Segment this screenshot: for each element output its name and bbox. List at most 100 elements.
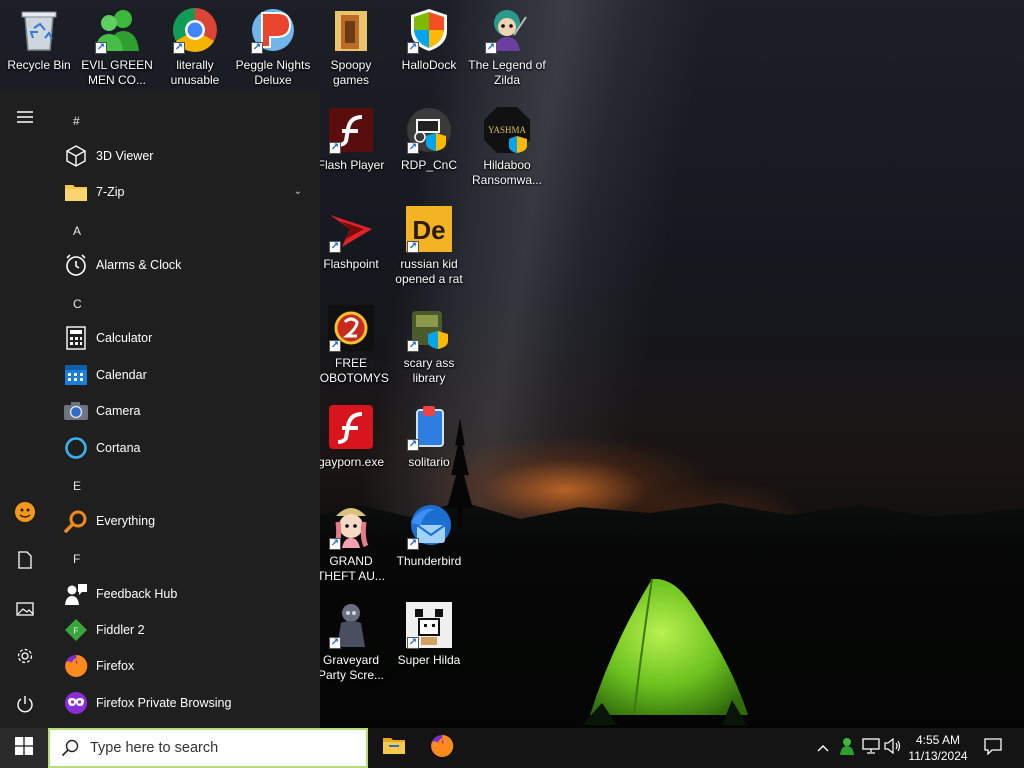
group-header-a[interactable]: A (73, 224, 81, 238)
desktop-icon-free-lobotomys[interactable]: ↗ FREE LOBOTOMYS (312, 298, 390, 390)
desktop-icon-label: Super Hilda (397, 653, 461, 667)
chevron-down-icon[interactable]: ⌄ (294, 186, 302, 197)
desktop-icon-label: Thunderbird (396, 554, 462, 568)
desktop-icon-label: HalloDock (401, 58, 457, 72)
taskbar-file-explorer[interactable] (370, 728, 418, 768)
tray-green-person[interactable] (836, 728, 858, 768)
desktop-icon-label: FREE LOBOTOMYS (313, 356, 389, 385)
app-list: # 3D Viewer 7-Zip ⌄ A Alarms & Clock C C… (50, 90, 320, 728)
desktop-icon-scary-ass-library[interactable]: ↗ scary ass library (390, 298, 468, 390)
desktop-icon-flashpoint[interactable]: ↗ Flashpoint (312, 199, 390, 291)
folder-icon (63, 179, 89, 205)
app-calculator[interactable]: Calculator (60, 320, 310, 356)
app-name: Everything (96, 514, 156, 528)
desktop-icon-flash-player[interactable]: ↗ Flash Player (312, 100, 390, 192)
desktop-icon-gta[interactable]: ↗ GRAND THEFT AU... (312, 496, 390, 588)
desktop-icon-literally-unusable[interactable]: ↗ literally unusable (156, 0, 234, 92)
app-firefox-private[interactable]: Firefox Private Browsing (60, 685, 310, 721)
group-header-e[interactable]: E (73, 479, 81, 493)
desktop-icon-legend-of-zilda[interactable]: ↗ The Legend of Zilda (468, 0, 546, 92)
private-browsing-mask-icon (63, 690, 89, 716)
app-cortana[interactable]: Cortana (60, 430, 310, 466)
solitaire-icon: ↗ (405, 403, 453, 451)
avatar (14, 501, 36, 528)
app-feedback-hub[interactable]: Feedback Hub (60, 576, 310, 612)
shortcut-arrow-icon: ↗ (407, 42, 419, 54)
folder-icon (382, 736, 406, 760)
action-center-button[interactable] (978, 728, 1008, 768)
desktop-icon-label: Flash Player (317, 158, 385, 172)
expand-menu-button[interactable] (0, 96, 50, 140)
desktop-icon-label: gayporn.exe (317, 455, 385, 469)
alarm-clock-icon (63, 252, 89, 278)
desktop-icon-label: solitario (408, 455, 450, 469)
desktop-icon-label: GRAND THEFT AU... (317, 554, 385, 583)
pictures-button[interactable] (0, 588, 50, 632)
taskbar-search-box[interactable] (48, 728, 368, 768)
group-header-c[interactable]: C (73, 297, 82, 311)
start-menu-rail (0, 90, 50, 728)
search-input[interactable] (90, 733, 350, 763)
settings-button[interactable] (0, 636, 50, 680)
desktop-icon-super-hilda[interactable]: ↗ Super Hilda (390, 595, 468, 687)
app-name: Camera (96, 404, 141, 418)
firefox-icon (63, 653, 89, 679)
taskbar-firefox[interactable] (418, 728, 466, 768)
shortcut-arrow-icon: ↗ (407, 439, 419, 451)
shortcut-arrow-icon: ↗ (407, 142, 419, 154)
show-hidden-icons-button[interactable] (812, 728, 834, 768)
desktop-icon-peggle[interactable]: ↗ Peggle Nights Deluxe (234, 0, 312, 92)
desktop-icon-hildaboo[interactable]: YASHMA Hildaboo Ransomwa... (468, 100, 546, 192)
desktop-icon-label: literally unusable (170, 58, 220, 87)
document-icon (18, 550, 32, 574)
flash-red-icon (327, 403, 375, 451)
app-name: 3D Viewer (96, 149, 154, 163)
chevron-up-icon (817, 741, 829, 756)
desktop-icon-hallodock[interactable]: ↗ HalloDock (390, 0, 468, 92)
app-name: Calculator (96, 331, 153, 345)
start-button[interactable] (0, 728, 48, 768)
group-header-hash[interactable]: # (73, 114, 80, 128)
pixel-character-icon: ↗ (405, 601, 453, 649)
shortcut-arrow-icon: ↗ (407, 241, 419, 253)
user-account-button[interactable] (0, 492, 50, 536)
app-calendar[interactable]: Calendar (60, 357, 310, 393)
desktop-icon-thunderbird[interactable]: ↗ Thunderbird (390, 496, 468, 588)
shortcut-arrow-icon: ↗ (329, 340, 341, 352)
desktop-icon-label: Recycle Bin (7, 58, 71, 72)
folder-icon (327, 6, 375, 54)
app-7-zip[interactable]: 7-Zip ⌄ (60, 174, 310, 210)
power-button[interactable] (0, 684, 50, 728)
app-fiddler-2[interactable]: F Fiddler 2 (60, 612, 310, 648)
documents-button[interactable] (0, 540, 50, 584)
desktop-icon-recycle-bin[interactable]: Recycle Bin (0, 0, 78, 92)
shortcut-arrow-icon: ↗ (407, 340, 419, 352)
de-icon: De ↗ (405, 205, 453, 253)
app-camera[interactable]: Camera (60, 393, 310, 429)
taskbar-clock[interactable]: 4:55 AM 11/13/2024 (900, 728, 976, 768)
desktop-icon-spoopy-games[interactable]: Spoopy games (312, 0, 390, 92)
calculator-icon (63, 325, 89, 351)
desktop-icon-solitario[interactable]: ↗ solitario (390, 397, 468, 489)
library-icon: ↗ (405, 304, 453, 352)
app-alarms-clock[interactable]: Alarms & Clock (60, 247, 310, 283)
shortcut-arrow-icon: ↗ (329, 142, 341, 154)
app-3d-viewer[interactable]: 3D Viewer (60, 138, 310, 174)
app-name: 7-Zip (96, 185, 125, 199)
app-name: Alarms & Clock (96, 258, 182, 272)
desktop-icon-rdp-cnc[interactable]: ↗ RDP_CnC (390, 100, 468, 192)
desktop-icon-graveyard-party[interactable]: ↗ Graveyard Party Scre... (312, 595, 390, 687)
desktop-icon-label: EVIL GREEN MEN CO... (81, 58, 153, 87)
desktop-icon-russian-kid[interactable]: De ↗ russian kid opened a rat (390, 199, 468, 291)
shortcut-arrow-icon: ↗ (329, 637, 341, 649)
desktop-icon-evil-green-men[interactable]: ↗ EVIL GREEN MEN CO... (78, 0, 156, 92)
desktop-icon-gayporn-exe[interactable]: gayporn.exe (312, 397, 390, 489)
taskbar: 4:55 AM 11/13/2024 (0, 728, 1024, 768)
network-status[interactable] (860, 728, 882, 768)
desktop-icon-label: Peggle Nights Deluxe (235, 58, 311, 87)
flash-icon: ↗ (327, 106, 375, 154)
app-everything[interactable]: Everything (60, 503, 310, 539)
app-firefox[interactable]: Firefox (60, 648, 310, 684)
shortcut-arrow-icon: ↗ (329, 538, 341, 550)
group-header-f[interactable]: F (73, 552, 80, 566)
